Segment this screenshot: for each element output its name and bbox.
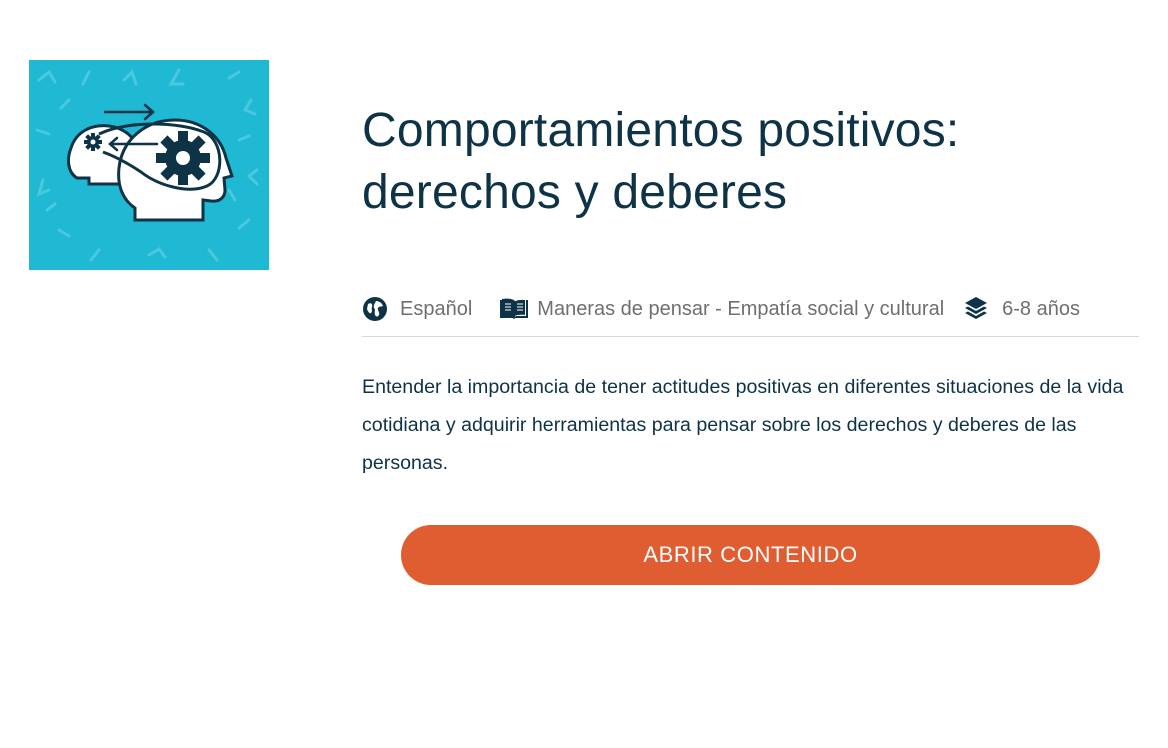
course-thumbnail [29,60,269,270]
course-title-line-2: derechos y deberes [362,166,788,219]
age-label: 6-8 años [1002,297,1080,320]
heads-with-gears-icon [35,68,259,262]
meta-topic: Maneras de pensar - Empatía social y cul… [499,296,944,322]
globe-icon [362,296,388,322]
course-info: Comportamientos positivos: derechos y de… [362,100,1139,585]
layers-icon [964,296,988,322]
topic-label: Maneras de pensar - Empatía social y cul… [537,297,945,320]
course-meta: Español Maneras de pensar - Empatía soci… [362,296,1139,337]
open-content-button[interactable]: ABRIR CONTENIDO [401,525,1100,585]
meta-age: 6-8 años [964,296,1080,322]
course-title-line-1: Comportamientos positivos: [362,104,960,157]
course-title: Comportamientos positivos: derechos y de… [362,100,1139,224]
open-book-icon [499,296,529,322]
course-description: Entender la importancia de tener actitud… [362,376,1124,474]
meta-language: Español [362,296,472,322]
course-detail-page: Comportamientos positivos: derechos y de… [0,0,1168,748]
language-label: Español [400,297,473,320]
